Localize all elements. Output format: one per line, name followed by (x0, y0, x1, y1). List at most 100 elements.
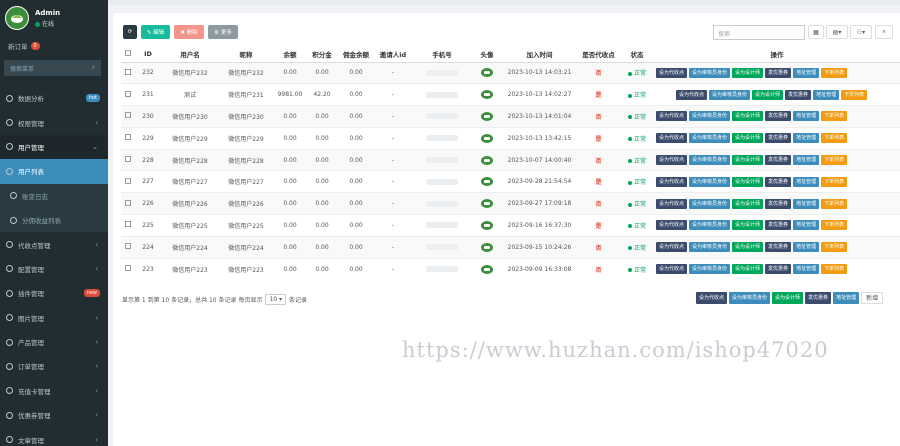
sidebar-item[interactable]: 分佣收益列表 (0, 207, 108, 233)
action-set-default-button[interactable]: 设为审核员身份 (689, 111, 731, 122)
row-checkbox[interactable] (124, 156, 131, 163)
row-checkbox[interactable] (124, 243, 131, 250)
action-set-default-button[interactable]: 设为审核员身份 (709, 89, 751, 100)
action-set-designer-button[interactable]: 设为设计师 (732, 111, 764, 122)
action-set-default-button[interactable]: 设为审核员身份 (689, 155, 731, 166)
action-send-coupon-button[interactable]: 发优惠券 (785, 89, 812, 100)
edit-button[interactable]: ✎ 编辑 (141, 25, 170, 39)
table-row[interactable]: 224 微信用户224 微信用户224 0.00 0.00 0.00-2023-09-15… (121, 235, 900, 259)
avatar[interactable] (5, 6, 29, 30)
table-row[interactable]: 229 微信用户229 微信用户229 0.00 0.00 0.00-2023-10-13… (121, 126, 900, 150)
avatar-icon[interactable] (481, 90, 493, 100)
action-send-coupon-button[interactable]: 发优惠券 (765, 176, 792, 187)
action-set-agent-button[interactable]: 设为代收点 (656, 111, 688, 122)
action-send-coupon-button[interactable]: 发优惠券 (765, 111, 792, 122)
action-order-button[interactable]: 下单列表 (821, 264, 848, 275)
action-set-default-button[interactable]: 设为审核员身份 (689, 67, 731, 78)
action-address-button[interactable]: 地址管理 (793, 198, 820, 209)
action-set-designer-button[interactable]: 设为设计师 (732, 176, 764, 187)
last-row-set-agent-button[interactable]: 设为代收点 (696, 292, 728, 304)
user-filter-icon[interactable]: ⚇▾ (850, 25, 872, 39)
action-address-button[interactable]: 地址管理 (813, 89, 840, 100)
action-send-coupon-button[interactable]: 发优惠券 (765, 264, 792, 275)
sidebar-item[interactable]: 账变日志 (0, 183, 108, 208)
action-set-agent-button[interactable]: 设为代收点 (656, 67, 688, 78)
action-address-button[interactable]: 地址管理 (793, 264, 820, 275)
action-address-button[interactable]: 地址管理 (793, 67, 820, 78)
action-set-default-button[interactable]: 设为审核员身份 (689, 220, 731, 231)
avatar-icon[interactable] (481, 155, 493, 165)
action-order-button[interactable]: 下单列表 (821, 242, 848, 253)
action-set-default-button[interactable]: 设为审核员身份 (689, 133, 731, 144)
action-set-agent-button[interactable]: 设为代收点 (676, 89, 708, 100)
sidebar-item[interactable]: 代收点管理 ‹ (0, 232, 108, 256)
sidebar-item[interactable]: 插件管理 new (0, 281, 108, 305)
avatar-icon[interactable] (481, 111, 493, 121)
table-row[interactable]: 223 微信用户223 微信用户223 0.00 0.00 0.00-2023-09-09… (121, 257, 900, 280)
add-button[interactable]: 新增 (861, 292, 884, 304)
delete-button[interactable]: ✖ 删除 (174, 25, 204, 39)
row-checkbox[interactable] (124, 221, 131, 228)
action-order-button[interactable]: 下单列表 (821, 133, 848, 144)
action-set-designer-button[interactable]: 设为设计师 (732, 133, 764, 144)
sidebar-item[interactable]: 优惠券管理 ‹ (0, 403, 108, 427)
row-checkbox[interactable] (124, 112, 131, 119)
sidebar-item[interactable]: 文章管理 ‹ (0, 427, 108, 446)
column-header[interactable] (121, 46, 134, 63)
row-checkbox[interactable] (124, 265, 131, 272)
avatar-icon[interactable] (481, 264, 493, 274)
avatar-icon[interactable] (481, 199, 493, 209)
avatar-icon[interactable] (481, 220, 493, 230)
page-size-select[interactable]: 10 ▾ (265, 294, 287, 305)
action-order-button[interactable]: 下单列表 (821, 198, 848, 209)
search-icon[interactable]: ⌕ (875, 25, 893, 39)
more-button[interactable]: ⚙ 更多 (208, 25, 238, 39)
avatar-icon[interactable] (481, 242, 493, 252)
avatar-icon[interactable] (481, 177, 493, 187)
action-order-button[interactable]: 下单列表 (841, 89, 868, 100)
columns-icon[interactable]: ▦ (808, 25, 824, 39)
action-send-coupon-button[interactable]: 发优惠券 (765, 220, 792, 231)
table-row[interactable]: 227 微信用户227 微信用户227 0.00 0.00 0.00-2023-09-28… (121, 170, 900, 193)
action-address-button[interactable]: 地址管理 (793, 176, 820, 187)
action-set-designer-button[interactable]: 设为设计师 (732, 155, 764, 166)
action-address-button[interactable]: 地址管理 (793, 111, 820, 122)
export-icon[interactable]: ▤▾ (826, 25, 848, 39)
action-order-button[interactable]: 下单列表 (821, 155, 848, 166)
row-checkbox[interactable] (124, 177, 131, 184)
action-send-coupon-button[interactable]: 发优惠券 (765, 155, 792, 166)
action-set-agent-button[interactable]: 设为代收点 (656, 155, 688, 166)
action-set-agent-button[interactable]: 设为代收点 (656, 133, 688, 144)
action-address-button[interactable]: 地址管理 (793, 133, 820, 144)
sidebar-item[interactable]: 图片管理 ‹ (0, 306, 108, 330)
avatar-icon[interactable] (481, 68, 493, 78)
action-set-designer-button[interactable]: 设为设计师 (752, 89, 784, 100)
action-address-button[interactable]: 地址管理 (793, 155, 820, 166)
action-set-agent-button[interactable]: 设为代收点 (656, 220, 688, 231)
row-checkbox[interactable] (124, 199, 131, 206)
last-row-set-designer-button[interactable]: 设为设计师 (772, 292, 804, 304)
table-row[interactable]: 226 微信用户226 微信用户226 0.00 0.00 0.00-2023-09-27… (121, 192, 900, 215)
table-row[interactable]: 225 微信用户225 微信用户225 0.00 0.00 0.00-2023-09-16… (121, 214, 900, 237)
action-send-coupon-button[interactable]: 发优惠券 (765, 242, 792, 253)
sidebar-item[interactable]: 用户列表 (0, 159, 108, 184)
refresh-button[interactable]: ⟳ (123, 25, 137, 39)
search-icon[interactable]: ⌕ (92, 64, 95, 72)
menu-search[interactable]: 搜索菜单 ⌕ (4, 60, 101, 76)
action-set-agent-button[interactable]: 设为代收点 (656, 242, 688, 253)
action-set-designer-button[interactable]: 设为设计师 (732, 67, 764, 78)
action-set-agent-button[interactable]: 设为代收点 (656, 198, 688, 209)
row-checkbox[interactable] (124, 134, 131, 141)
last-row-coupon-button[interactable]: 发优惠券 (805, 292, 832, 304)
table-row[interactable]: 230 微信用户230 微信用户230 0.00 0.00 0.00-2023-10-13… (121, 105, 900, 128)
sidebar-item[interactable]: 产品管理 ‹ (0, 330, 108, 354)
action-send-coupon-button[interactable]: 发优惠券 (765, 198, 792, 209)
last-row-set-default-button[interactable]: 设为审核员身份 (729, 292, 771, 304)
row-checkbox[interactable] (124, 68, 131, 75)
action-set-designer-button[interactable]: 设为设计师 (732, 220, 764, 231)
sidebar-item[interactable]: 数据分析 hot (0, 86, 108, 110)
action-send-coupon-button[interactable]: 发优惠券 (765, 67, 792, 78)
action-address-button[interactable]: 地址管理 (793, 220, 820, 231)
action-order-button[interactable]: 下单列表 (821, 67, 848, 78)
new-orders[interactable]: 新订单 0 (0, 36, 108, 56)
